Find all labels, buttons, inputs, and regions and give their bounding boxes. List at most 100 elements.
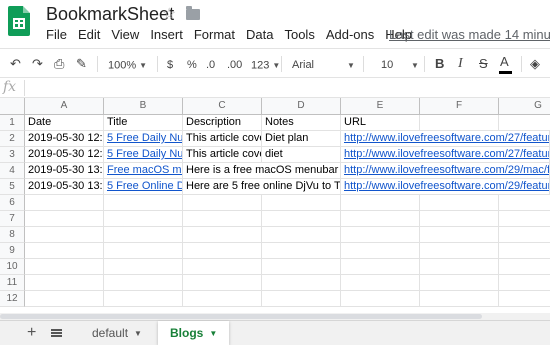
empty-cell[interactable] [183, 259, 262, 275]
empty-cell[interactable] [499, 275, 550, 291]
font-size-select[interactable]: 10 ▼ [381, 57, 419, 74]
document-title[interactable]: BookmarkSheet [46, 4, 174, 25]
cell-d1[interactable]: Notes [262, 115, 341, 131]
row-header[interactable]: 7 [0, 211, 25, 227]
all-sheets-icon[interactable] [51, 329, 62, 337]
cell-e4[interactable]: http://www.ilovefreesoftware.com/29/mac/… [341, 163, 550, 179]
cell-b4[interactable]: Free macOS me [104, 163, 183, 179]
empty-cell[interactable] [420, 275, 499, 291]
empty-cell[interactable] [104, 291, 183, 307]
cell-b5[interactable]: 5 Free Online DjV [104, 179, 183, 195]
empty-cell[interactable] [420, 259, 499, 275]
empty-cell[interactable] [420, 291, 499, 307]
empty-cell[interactable] [183, 275, 262, 291]
menu-insert[interactable]: Insert [150, 27, 183, 42]
empty-cell[interactable] [341, 275, 420, 291]
cell-e1[interactable]: URL [341, 115, 420, 131]
cell-c1[interactable]: Description [183, 115, 262, 131]
empty-cell[interactable] [25, 275, 104, 291]
cell-b1[interactable]: Title [104, 115, 183, 131]
empty-cell[interactable] [341, 211, 420, 227]
empty-cell[interactable] [499, 291, 550, 307]
empty-cell[interactable] [262, 259, 341, 275]
cell-a4[interactable]: 2019-05-30 13:0 [25, 163, 104, 179]
menu-format[interactable]: Format [194, 27, 235, 42]
sheet-tab-default[interactable]: default ▼ [80, 321, 154, 345]
empty-cell[interactable] [262, 243, 341, 259]
column-header-d[interactable]: D [262, 98, 341, 115]
empty-cell[interactable] [25, 227, 104, 243]
column-header-a[interactable]: A [25, 98, 104, 115]
empty-cell[interactable] [104, 259, 183, 275]
empty-cell[interactable] [341, 243, 420, 259]
cell-c2[interactable]: This article cover [183, 131, 262, 147]
column-header-e[interactable]: E [341, 98, 420, 115]
spreadsheet-grid[interactable]: A B C D E F G 1 2 3 4 5 6 7 8 9 10 11 12… [0, 98, 550, 320]
text-color-button[interactable]: A [500, 53, 509, 70]
row-header[interactable]: 12 [0, 291, 25, 307]
empty-cell[interactable] [499, 259, 550, 275]
cell-c4[interactable]: Here is a free macOS menubar ap [183, 163, 341, 179]
empty-cell[interactable] [25, 195, 104, 211]
empty-cell[interactable] [341, 227, 420, 243]
cell-b2[interactable]: 5 Free Daily Nutr [104, 131, 183, 147]
empty-cell[interactable] [104, 195, 183, 211]
empty-cell[interactable] [104, 243, 183, 259]
cell-c5[interactable]: Here are 5 free online DjVu to TIFF [183, 179, 341, 195]
bold-button[interactable]: B [435, 55, 444, 72]
percent-button[interactable]: % [187, 57, 197, 74]
row-header[interactable]: 1 [0, 115, 25, 131]
empty-cell[interactable] [341, 259, 420, 275]
more-formats-select[interactable]: 123 ▼ [251, 57, 280, 74]
empty-cell[interactable] [420, 227, 499, 243]
paint-format-icon[interactable]: ✎ [76, 55, 87, 72]
chevron-down-icon[interactable]: ▼ [209, 329, 217, 338]
empty-cell[interactable] [420, 115, 499, 131]
empty-cell[interactable] [183, 211, 262, 227]
font-select[interactable]: Arial ▼ [292, 57, 355, 74]
empty-cell[interactable] [420, 243, 499, 259]
empty-cell[interactable] [25, 243, 104, 259]
italic-button[interactable]: I [458, 55, 463, 72]
cell-e3[interactable]: http://www.ilovefreesoftware.com/27/feat… [341, 147, 550, 163]
fill-color-icon[interactable]: ◈ [530, 55, 540, 72]
cell-a1[interactable]: Date [25, 115, 104, 131]
menu-addons[interactable]: Add-ons [326, 27, 374, 42]
empty-cell[interactable] [25, 259, 104, 275]
zoom-select[interactable]: 100% ▼ [108, 57, 147, 74]
menu-edit[interactable]: Edit [78, 27, 100, 42]
empty-cell[interactable] [420, 195, 499, 211]
column-header-b[interactable]: B [104, 98, 183, 115]
add-sheet-icon[interactable]: + [27, 324, 36, 342]
formula-input[interactable] [30, 80, 545, 96]
empty-cell[interactable] [499, 227, 550, 243]
cell-a2[interactable]: 2019-05-30 12:3 [25, 131, 104, 147]
currency-button[interactable]: $ [167, 57, 173, 74]
row-header[interactable]: 10 [0, 259, 25, 275]
empty-cell[interactable] [420, 211, 499, 227]
redo-icon[interactable]: ↷ [32, 55, 43, 72]
empty-cell[interactable] [183, 243, 262, 259]
row-header[interactable]: 8 [0, 227, 25, 243]
column-header-c[interactable]: C [183, 98, 262, 115]
horizontal-scrollbar[interactable] [0, 313, 550, 320]
last-edit-link[interactable]: Last edit was made 14 minu... [389, 27, 550, 42]
empty-cell[interactable] [104, 227, 183, 243]
cell-d3[interactable]: diet [262, 147, 341, 163]
empty-cell[interactable] [499, 211, 550, 227]
empty-cell[interactable] [25, 291, 104, 307]
empty-cell[interactable] [262, 291, 341, 307]
row-header[interactable]: 4 [0, 163, 25, 179]
empty-cell[interactable] [183, 291, 262, 307]
chevron-down-icon[interactable]: ▼ [134, 329, 142, 338]
column-header-f[interactable]: F [420, 98, 499, 115]
empty-cell[interactable] [262, 275, 341, 291]
cell-e5[interactable]: http://www.ilovefreesoftware.com/29/feat… [341, 179, 550, 195]
empty-cell[interactable] [341, 195, 420, 211]
empty-cell[interactable] [341, 291, 420, 307]
empty-cell[interactable] [104, 211, 183, 227]
cell-a5[interactable]: 2019-05-30 13:0 [25, 179, 104, 195]
cell-a3[interactable]: 2019-05-30 12:4 [25, 147, 104, 163]
star-icon[interactable]: ☆ [162, 4, 176, 24]
menu-data[interactable]: Data [246, 27, 273, 42]
